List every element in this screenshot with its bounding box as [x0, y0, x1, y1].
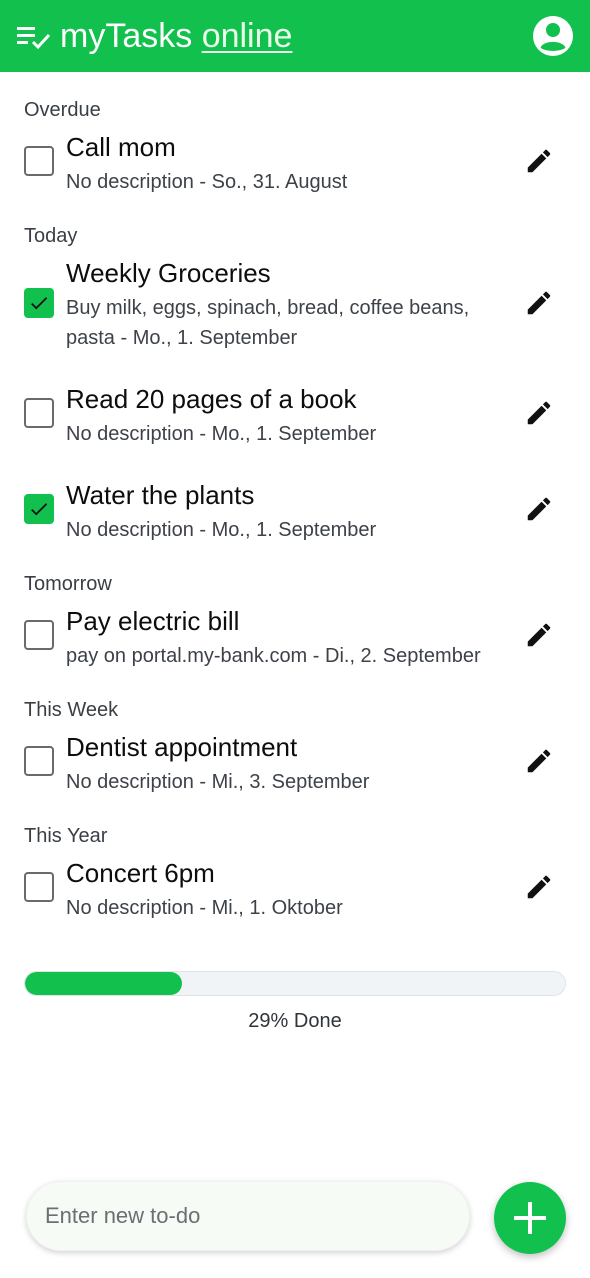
section-label-this-week: This Week [24, 699, 119, 721]
add-todo-button[interactable] [494, 1182, 566, 1254]
task-description[interactable]: No description - Mi., 3. September [66, 767, 506, 797]
new-todo-input[interactable] [45, 1182, 455, 1250]
task-description[interactable]: Buy milk, eggs, spinach, bread, coffee b… [66, 293, 506, 353]
task-title[interactable]: Weekly Groceries [66, 258, 271, 288]
task-description[interactable]: No description - So., 31. August [66, 167, 506, 197]
task-description[interactable]: No description - Mo., 1. September [66, 515, 506, 545]
progress-label: 29% Done [248, 1010, 342, 1032]
task-title[interactable]: Dentist appointment [66, 732, 297, 762]
section-label-overdue: Overdue [24, 99, 101, 121]
check-icon [31, 503, 48, 516]
task-title[interactable]: Concert 6pm [66, 858, 215, 888]
task-title[interactable]: Pay electric bill [66, 606, 239, 636]
edit-pencil-icon[interactable] [524, 288, 554, 318]
section-label-this-year: This Year [24, 825, 108, 847]
edit-pencil-icon[interactable] [524, 872, 554, 902]
check-icon [31, 297, 48, 310]
task-description[interactable]: No description - Mo., 1. September [66, 419, 506, 449]
task-description[interactable]: pay on portal.my-bank.com - Di., 2. Sept… [66, 641, 506, 671]
task-title[interactable]: Call mom [66, 132, 176, 162]
progress-bar [24, 971, 566, 996]
plus-icon [514, 1202, 546, 1234]
section-label-tomorrow: Tomorrow [24, 573, 112, 595]
edit-pencil-icon[interactable] [524, 398, 554, 428]
app-title: myTasks online [60, 14, 292, 58]
task-checkbox-checked[interactable] [24, 288, 54, 318]
edit-pencil-icon[interactable] [524, 146, 554, 176]
account-circle-icon[interactable] [532, 15, 574, 57]
task-title[interactable]: Read 20 pages of a book [66, 384, 357, 414]
new-todo-field[interactable] [26, 1181, 470, 1251]
app-bar: myTasks online [0, 0, 590, 72]
task-checkbox[interactable] [24, 872, 54, 902]
task-checkbox[interactable] [24, 620, 54, 650]
edit-pencil-icon[interactable] [524, 746, 554, 776]
connection-status[interactable]: online [202, 17, 293, 55]
task-checkbox[interactable] [24, 146, 54, 176]
task-description[interactable]: No description - Mi., 1. Oktober [66, 893, 506, 923]
section-label-today: Today [24, 225, 78, 247]
app-title-main: myTasks [60, 17, 193, 55]
task-title[interactable]: Water the plants [66, 480, 254, 510]
task-checkbox[interactable] [24, 398, 54, 428]
edit-pencil-icon[interactable] [524, 494, 554, 524]
playlist-check-icon[interactable] [16, 24, 52, 52]
progress-fill [25, 972, 182, 995]
edit-pencil-icon[interactable] [524, 620, 554, 650]
task-checkbox[interactable] [24, 746, 54, 776]
task-checkbox-checked[interactable] [24, 494, 54, 524]
